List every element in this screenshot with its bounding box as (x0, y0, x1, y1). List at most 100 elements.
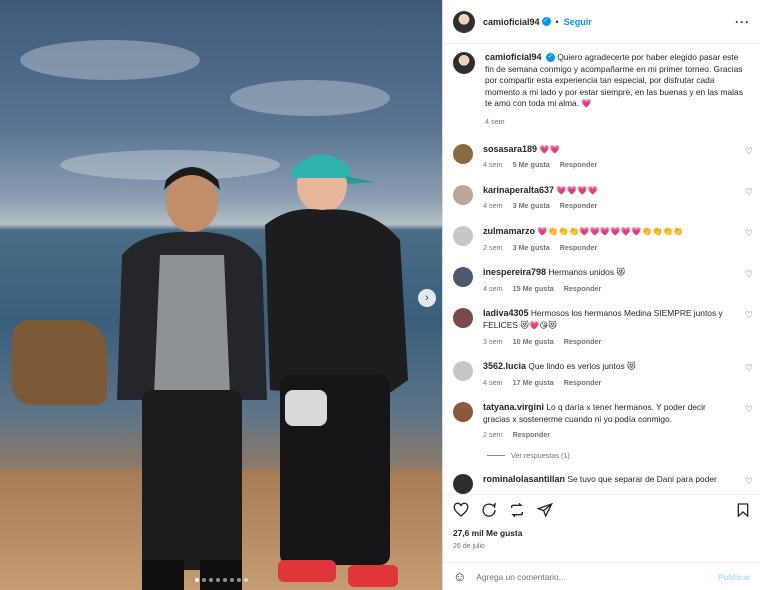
reply-button[interactable]: Responder (513, 430, 551, 439)
comment-text: 💗💗 (539, 143, 561, 154)
avatar[interactable] (453, 52, 475, 74)
avatar[interactable] (453, 361, 473, 382)
comment-time: 4 sem (483, 377, 503, 387)
comment-body: tatyana.virgini Lo q daría x tener herma… (483, 402, 733, 441)
comment-body: rominalolasantillan Se tuvo que separar … (483, 474, 733, 494)
comment-body: 3562.lucia Que lindo es verlos juntos 😻 4… (483, 361, 733, 388)
comment-username[interactable]: ladiva4305 (483, 308, 529, 318)
comment-meta: 4 sem 5 Me gusta Responder (483, 159, 733, 171)
avatar[interactable] (453, 402, 473, 423)
comment-text: Que lindo es verlos juntos 😻 (528, 361, 636, 372)
comment-username[interactable]: rominalolasantillan (483, 474, 565, 484)
comment-time: 4 sem (483, 160, 503, 170)
comment-username[interactable]: zulmamarzo (483, 226, 535, 236)
post-header: camioficial94 ✓ • Seguir ··· (443, 0, 760, 44)
caption-username[interactable]: camioficial94 (485, 52, 542, 62)
comment-like-icon[interactable]: ♡ (745, 146, 753, 157)
next-photo-button[interactable]: › (418, 289, 436, 307)
comment-text: Se tuvo que separar de Dani para poder (567, 474, 717, 485)
reply-button[interactable]: Responder (564, 337, 602, 346)
publish-button[interactable]: Publicar (718, 572, 751, 582)
comment-username[interactable]: 3562.lucia (483, 361, 526, 371)
comment-body: inespereira798 Hermanos unidos 😻 4 sem 15 … (483, 267, 733, 294)
comment-text: 💗💗💗💗 (556, 184, 599, 195)
comment-body: sosasara189 💗💗 4 sem 5 Me gusta Responder (483, 144, 733, 171)
comment-username[interactable]: tatyana.virgini (483, 402, 544, 412)
comment-likes[interactable]: 3 Me gusta (513, 201, 550, 210)
more-icon[interactable]: ··· (735, 15, 750, 29)
comment-username[interactable]: inespereira798 (483, 267, 546, 277)
cloud (230, 80, 390, 116)
caption: camioficial94 ✓ Quiero agradecerte por h… (443, 44, 760, 128)
comment-meta: 2 sem 3 Me gusta Responder (483, 242, 733, 254)
view-replies[interactable]: Ver respuestas (1) (443, 451, 760, 460)
reply-button[interactable]: Responder (564, 284, 602, 293)
comment-meta: 2 sem Responder (483, 429, 733, 441)
comment-item: rominalolasantillan Se tuvo que separar … (443, 474, 760, 494)
comment-item: karinaperalta637 💗💗💗💗 4 sem 3 Me gusta Resp… (443, 184, 760, 212)
comment-like-icon[interactable]: ♡ (745, 404, 753, 415)
comments-scroll[interactable]: camioficial94 ✓ Quiero agradecerte por h… (443, 44, 760, 494)
verified-icon: ✓ (541, 17, 551, 26)
emoji-icon[interactable]: ☺ (453, 569, 466, 584)
comment-icon[interactable] (481, 501, 497, 518)
comment-meta: 4 sem 15 Me gusta Responder (483, 283, 733, 295)
like-icon[interactable] (453, 502, 469, 518)
verified-icon: ✓ (545, 53, 555, 63)
post-photo[interactable]: › (0, 0, 442, 590)
dot-separator: • (555, 16, 559, 27)
share-icon[interactable] (537, 502, 553, 518)
reply-button[interactable]: Responder (560, 243, 598, 252)
comment-body: zulmamarzo 💗👏👏👏💗💗💗💗💗💗👏👏👏👏 2 sem 3 Me gusta… (483, 226, 733, 253)
comment-body: karinaperalta637 💗💗💗💗 4 sem 3 Me gusta Resp… (483, 185, 733, 212)
comment-input[interactable]: Agrega un comentario... (476, 572, 565, 582)
comment-item: inespereira798 Hermanos unidos 😻 4 sem 15 … (443, 267, 760, 294)
avatar[interactable] (453, 308, 473, 329)
comment-text: 💗👏👏👏💗💗💗💗💗💗👏👏👏👏 (537, 225, 684, 236)
reply-button[interactable]: Responder (560, 160, 598, 169)
action-bar (443, 494, 760, 524)
avatar[interactable] (453, 184, 473, 205)
comment-text: Hermanos unidos 😻 (548, 267, 626, 278)
comment-username[interactable]: sosasara189 (483, 144, 537, 154)
comment-item: tatyana.virgini Lo q daría x tener herma… (443, 402, 760, 441)
comment-time: 4 sem (483, 201, 503, 211)
cloud (20, 40, 200, 80)
avatar[interactable] (453, 267, 473, 288)
comment-like-icon[interactable]: ♡ (745, 363, 753, 374)
comment-time: 2 sem (483, 242, 503, 252)
username[interactable]: camioficial94 (483, 17, 540, 27)
comment-likes[interactable]: 5 Me gusta (513, 160, 550, 169)
reply-button[interactable]: Responder (560, 201, 598, 210)
person-right (265, 154, 408, 587)
likes-count[interactable]: 27,6 mil Me gusta (453, 528, 522, 538)
reply-button[interactable]: Responder (564, 378, 602, 387)
comment-likes[interactable]: 17 Me gusta (513, 378, 554, 387)
comment-item: ladiva4305 Hermosos los hermanos Medina … (443, 308, 760, 347)
comment-like-icon[interactable]: ♡ (745, 228, 753, 239)
avatar[interactable] (453, 225, 473, 246)
save-icon[interactable] (735, 502, 751, 518)
comment-likes[interactable]: 10 Me gusta (513, 337, 554, 346)
comment-item: sosasara189 💗💗 4 sem 5 Me gusta Responder ♡ (443, 143, 760, 171)
comment-like-icon[interactable]: ♡ (745, 310, 753, 321)
follow-button[interactable]: Seguir (564, 17, 592, 27)
comment-username[interactable]: karinaperalta637 (483, 185, 554, 195)
caption-time: 4 sem (485, 116, 505, 126)
view-replies-label[interactable]: Ver respuestas (1) (511, 451, 570, 460)
comment-time: 3 sem (483, 336, 503, 346)
avatar[interactable] (453, 10, 475, 33)
avatar[interactable] (453, 143, 473, 164)
comment-meta: 3 sem 10 Me gusta Responder (483, 336, 733, 348)
person-left (117, 167, 267, 590)
comment-likes[interactable]: 15 Me gusta (513, 284, 554, 293)
comment-like-icon[interactable]: ♡ (745, 476, 753, 487)
post-date: 26 de julio (453, 543, 485, 550)
comment-time: 4 sem (483, 283, 503, 293)
repost-icon[interactable] (509, 502, 525, 518)
comment-likes[interactable]: 3 Me gusta (513, 243, 550, 252)
comment-body: ladiva4305 Hermosos los hermanos Medina … (483, 308, 733, 347)
comment-like-icon[interactable]: ♡ (745, 269, 753, 280)
comment-like-icon[interactable]: ♡ (745, 187, 753, 198)
avatar[interactable] (453, 474, 473, 494)
